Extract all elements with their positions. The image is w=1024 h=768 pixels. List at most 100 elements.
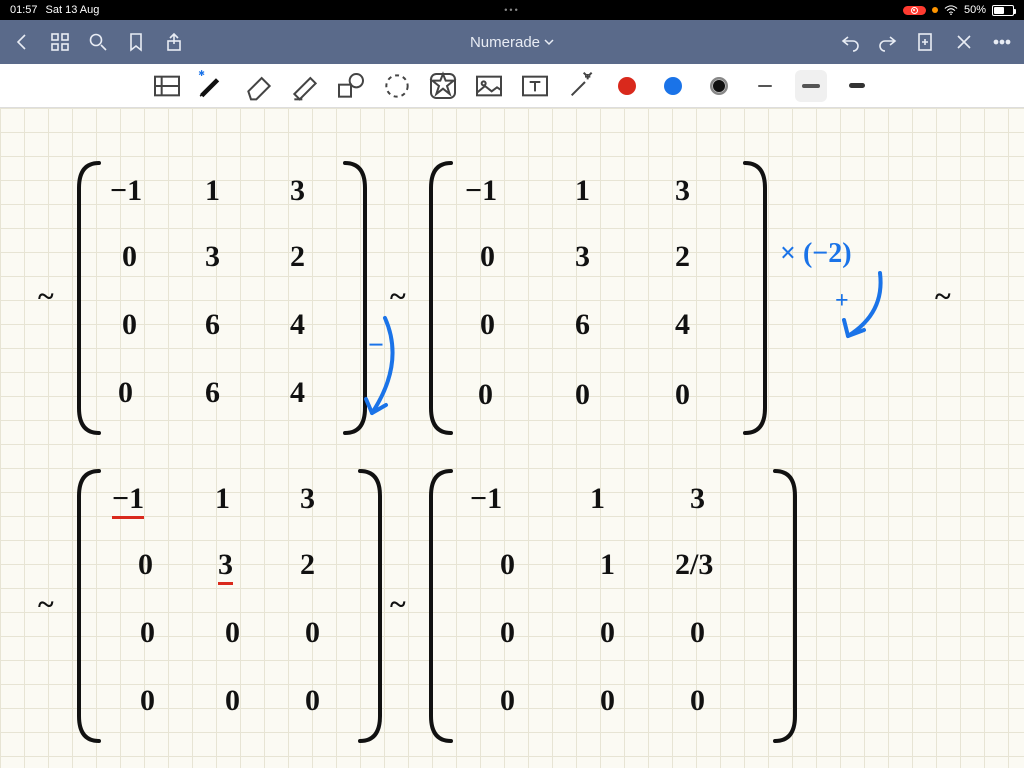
m2-r0c1: 1 bbox=[575, 174, 590, 208]
m3-r0c0: −1 bbox=[112, 482, 144, 516]
laser-pointer-tool[interactable] bbox=[565, 70, 597, 102]
zoom-tool[interactable] bbox=[151, 70, 183, 102]
m2-r3c1: 0 bbox=[575, 378, 590, 412]
undo-button[interactable] bbox=[840, 32, 860, 52]
m3-r3c2: 0 bbox=[305, 684, 320, 718]
multitask-dots-icon[interactable]: ••• bbox=[504, 5, 519, 15]
lasso-tool[interactable] bbox=[381, 70, 413, 102]
m3-r1c2: 2 bbox=[300, 548, 315, 582]
right-bracket bbox=[740, 158, 770, 438]
m1-r0c0: −1 bbox=[110, 174, 142, 208]
m1-r0c1: 1 bbox=[205, 174, 220, 208]
record-icon bbox=[911, 7, 918, 14]
screen-record-indicator[interactable] bbox=[903, 6, 926, 15]
stroke-medium[interactable] bbox=[795, 70, 827, 102]
status-date: Sat 13 Aug bbox=[46, 4, 100, 16]
m2-r1c2: 2 bbox=[675, 240, 690, 274]
battery-icon bbox=[992, 5, 1014, 16]
m2-r0c0: −1 bbox=[465, 174, 497, 208]
color-blue[interactable] bbox=[657, 70, 689, 102]
row-equiv-tilde: ~ bbox=[38, 588, 54, 622]
close-button[interactable] bbox=[954, 32, 974, 52]
wifi-icon bbox=[944, 5, 958, 15]
mic-in-use-dot-icon bbox=[932, 7, 938, 13]
status-left: 01:57 Sat 13 Aug bbox=[10, 4, 99, 16]
row-op-minus: − bbox=[368, 330, 384, 362]
eraser-tool[interactable] bbox=[243, 70, 275, 102]
highlighter-tool[interactable] bbox=[289, 70, 321, 102]
stamp-tool[interactable] bbox=[427, 70, 459, 102]
row-equiv-tilde: ~ bbox=[38, 280, 54, 314]
status-time: 01:57 bbox=[10, 4, 38, 16]
add-page-button[interactable] bbox=[916, 32, 936, 52]
right-bracket bbox=[355, 466, 385, 746]
m2-r3c2: 0 bbox=[675, 378, 690, 412]
m1-r1c2: 2 bbox=[290, 240, 305, 274]
app-nav-bar: Numerade bbox=[0, 20, 1024, 64]
m1-r2c0: 0 bbox=[122, 308, 137, 342]
m1-r2c2: 4 bbox=[290, 308, 305, 342]
color-red[interactable] bbox=[611, 70, 643, 102]
m4-r3c0: 0 bbox=[500, 684, 515, 718]
share-button[interactable] bbox=[164, 32, 184, 52]
left-bracket bbox=[74, 466, 104, 746]
m4-r0c2: 3 bbox=[690, 482, 705, 516]
document-title[interactable]: Numerade bbox=[184, 34, 840, 51]
m4-r1c2: 2/3 bbox=[675, 548, 713, 582]
m4-r2c0: 0 bbox=[500, 616, 515, 650]
chevron-down-icon bbox=[544, 37, 554, 47]
library-grid-button[interactable] bbox=[50, 32, 70, 52]
row-op-plus: + bbox=[835, 288, 849, 315]
back-button[interactable] bbox=[12, 32, 32, 52]
m4-r0c0: −1 bbox=[470, 482, 502, 516]
m1-r3c1: 6 bbox=[205, 376, 220, 410]
m1-r1c1: 3 bbox=[205, 240, 220, 274]
text-tool[interactable] bbox=[519, 70, 551, 102]
redo-button[interactable] bbox=[878, 32, 898, 52]
m2-r2c1: 6 bbox=[575, 308, 590, 342]
m2-r2c2: 4 bbox=[675, 308, 690, 342]
m3-r3c1: 0 bbox=[225, 684, 240, 718]
pen-tool[interactable]: ✱ bbox=[197, 70, 229, 102]
m3-r0c1: 1 bbox=[215, 482, 230, 516]
m3-r2c1: 0 bbox=[225, 616, 240, 650]
image-tool[interactable] bbox=[473, 70, 505, 102]
stroke-thin[interactable] bbox=[749, 70, 781, 102]
m1-r1c0: 0 bbox=[122, 240, 137, 274]
ios-status-bar: 01:57 Sat 13 Aug ••• 50% bbox=[0, 0, 1024, 20]
right-bracket bbox=[770, 466, 800, 746]
m4-r1c0: 0 bbox=[500, 548, 515, 582]
m3-r1c1: 3 bbox=[218, 548, 233, 582]
battery-percent: 50% bbox=[964, 4, 986, 16]
m2-r3c0: 0 bbox=[478, 378, 493, 412]
left-bracket bbox=[426, 466, 456, 746]
search-button[interactable] bbox=[88, 32, 108, 52]
stroke-thick[interactable] bbox=[841, 70, 873, 102]
shapes-tool[interactable] bbox=[335, 70, 367, 102]
m1-r3c0: 0 bbox=[118, 376, 133, 410]
left-bracket bbox=[74, 158, 104, 438]
m2-r1c1: 3 bbox=[575, 240, 590, 274]
note-canvas[interactable]: ~ ~ ~ ~ ~ −1 1 3 0 3 2 0 6 4 0 6 4 − −1 … bbox=[0, 108, 1024, 768]
document-title-text: Numerade bbox=[470, 34, 540, 51]
m3-r2c2: 0 bbox=[305, 616, 320, 650]
m3-r1c0: 0 bbox=[138, 548, 153, 582]
status-right: 50% bbox=[903, 4, 1014, 16]
drawing-toolbar: ✱ bbox=[0, 64, 1024, 108]
row-op-mult: × (−2) bbox=[780, 238, 852, 270]
color-black[interactable] bbox=[703, 70, 735, 102]
m2-r1c0: 0 bbox=[480, 240, 495, 274]
left-bracket bbox=[426, 158, 456, 438]
row-equiv-tilde: ~ bbox=[390, 588, 406, 622]
row-equiv-tilde: ~ bbox=[390, 280, 406, 314]
m4-r3c2: 0 bbox=[690, 684, 705, 718]
m4-r2c1: 0 bbox=[600, 616, 615, 650]
more-button[interactable] bbox=[992, 32, 1012, 52]
m4-r3c1: 0 bbox=[600, 684, 615, 718]
m3-r3c0: 0 bbox=[140, 684, 155, 718]
m3-r0c2: 3 bbox=[300, 482, 315, 516]
bookmark-button[interactable] bbox=[126, 32, 146, 52]
m1-r2c1: 6 bbox=[205, 308, 220, 342]
m1-r3c2: 4 bbox=[290, 376, 305, 410]
m2-r2c0: 0 bbox=[480, 308, 495, 342]
